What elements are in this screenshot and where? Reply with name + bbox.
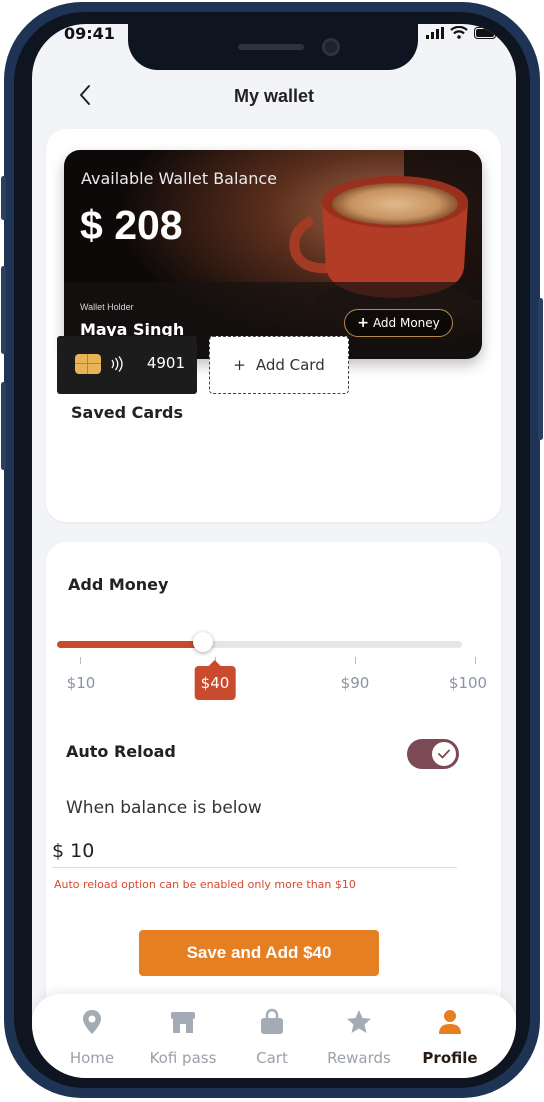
- saved-cards-title: Saved Cards: [71, 403, 184, 422]
- check-icon: [438, 749, 450, 759]
- amount-option-selected[interactable]: $40: [194, 666, 236, 700]
- balance-amount: $ 208: [80, 202, 183, 248]
- nav-label-home: Home: [69, 1049, 115, 1067]
- nav-label-rewards: Rewards: [327, 1049, 391, 1067]
- slider-tick: [475, 657, 476, 664]
- store-icon: [171, 1012, 195, 1033]
- threshold-label: When balance is below: [66, 798, 262, 818]
- signal-icon: [426, 26, 444, 39]
- amount-option-90[interactable]: $90: [341, 674, 370, 692]
- nav-profile[interactable]: Profile: [402, 994, 498, 1078]
- auto-reload-label: Auto Reload: [66, 742, 176, 761]
- battery-icon: [474, 26, 498, 39]
- save-and-add-button[interactable]: Save and Add $40: [139, 930, 379, 976]
- person-icon: [439, 1010, 461, 1034]
- nav-label-profile: Profile: [422, 1049, 478, 1067]
- wallet-panel: Available Wallet Balance $ 208 Wallet Ho…: [46, 129, 501, 522]
- wifi-icon: [450, 26, 468, 39]
- auto-reload-toggle[interactable]: [407, 739, 459, 769]
- saved-card[interactable]: 4901: [57, 336, 197, 394]
- nav-label-cart: Cart: [256, 1049, 288, 1067]
- wallet-balance-card: Available Wallet Balance $ 208 Wallet Ho…: [64, 150, 482, 359]
- amount-option-10[interactable]: $10: [67, 674, 96, 692]
- earpiece-speaker: [238, 44, 304, 50]
- power-button: [538, 298, 543, 440]
- nav-cart[interactable]: Cart: [224, 994, 320, 1078]
- add-money-button[interactable]: + Add Money: [344, 309, 453, 337]
- card-last4: 4901: [146, 354, 185, 372]
- slider-tick: [355, 657, 356, 664]
- mute-button: [1, 176, 6, 220]
- location-pin-icon: [83, 1010, 101, 1034]
- status-icons: [426, 26, 498, 39]
- toggle-knob: [432, 742, 456, 766]
- nav-home[interactable]: Home: [44, 994, 140, 1078]
- contactless-icon: [111, 356, 123, 372]
- header: My wallet: [32, 76, 516, 116]
- amount-slider-fill: [57, 641, 203, 648]
- camera-notch: [128, 24, 418, 70]
- nav-rewards[interactable]: Rewards: [311, 994, 407, 1078]
- volume-down-button: [1, 382, 6, 470]
- amount-option-100[interactable]: $100: [449, 674, 487, 692]
- app-screen: 09:41 My wallet Available Wallet Balance…: [32, 24, 516, 1078]
- page-title: My wallet: [233, 86, 315, 106]
- threshold-amount-input[interactable]: [52, 834, 457, 868]
- star-icon: [347, 1010, 371, 1033]
- add-money-button-label: Add Money: [372, 316, 440, 330]
- add-money-title: Add Money: [68, 575, 169, 594]
- plus-icon: +: [233, 356, 246, 374]
- status-time: 09:41: [64, 24, 115, 43]
- bag-icon: [261, 1008, 283, 1034]
- auto-reload-hint: Auto reload option can be enabled only m…: [54, 878, 356, 891]
- add-card-label: Add Card: [255, 356, 325, 374]
- balance-label: Available Wallet Balance: [81, 169, 278, 188]
- slider-tick: [80, 657, 81, 664]
- card-chip-icon: [75, 354, 101, 374]
- front-camera: [322, 38, 340, 56]
- plus-icon: +: [357, 315, 369, 331]
- nav-label-kofi-pass: Kofi pass: [149, 1049, 217, 1067]
- holder-label: Wallet Holder: [80, 302, 134, 312]
- volume-up-button: [1, 266, 6, 354]
- bottom-nav: Home Kofi pass Cart Rewards Profile: [32, 994, 516, 1078]
- nav-kofi-pass[interactable]: Kofi pass: [135, 994, 231, 1078]
- add-card-button[interactable]: + Add Card: [209, 336, 349, 394]
- amount-slider-handle[interactable]: [192, 632, 213, 652]
